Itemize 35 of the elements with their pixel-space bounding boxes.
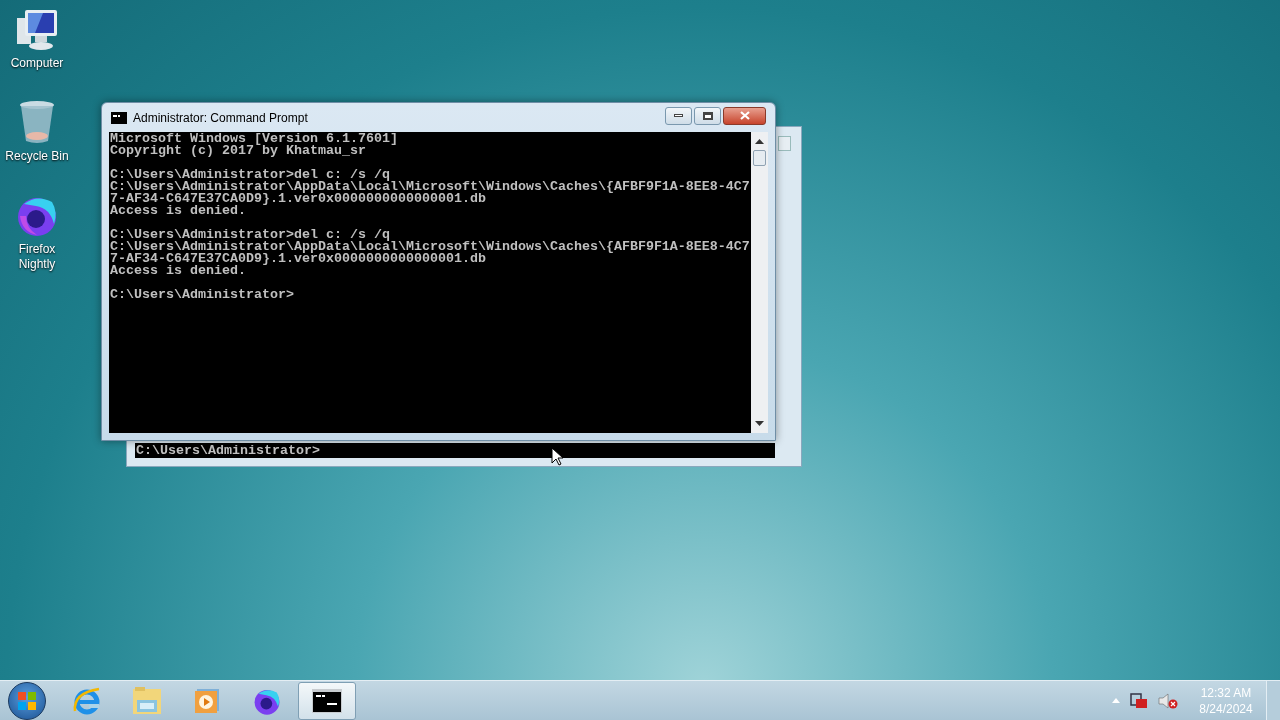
- console-line: 7-AF34-C647E37CA0D9}.1.ver0x0000000000000001.db: [110, 253, 486, 265]
- recycle-bin-icon: [17, 99, 57, 145]
- console-line: C:\Users\Administrator\AppData\Local\Microsoft\Windows\Caches\{AFBF9F1A-8EE8-4C7: [110, 181, 751, 193]
- media-player-icon: [193, 686, 221, 715]
- console-line: C:\Users\Administrator>del c: /s /q: [110, 229, 390, 241]
- minimize-button[interactable]: [665, 106, 692, 125]
- scroll-down-arrow-icon[interactable]: [755, 421, 764, 426]
- taskbar-button[interactable]: [298, 681, 356, 720]
- start-button[interactable]: [8, 681, 46, 720]
- close-icon: [739, 111, 750, 120]
- console-line: C:\Users\Administrator\AppData\Local\Microsoft\Windows\Caches\{AFBF9F1A-8EE8-4C7: [110, 241, 751, 253]
- console-line: C:\Users\Administrator>del c: /s /q: [110, 169, 390, 181]
- scroll-up-arrow-icon[interactable]: [755, 139, 764, 144]
- desktop-icon-label[interactable]: Firefox Nightly: [1, 242, 73, 272]
- console-line: Copyright (c) 2017 by Khatmau_sr: [110, 145, 366, 157]
- console-line: C:\Users\Administrator>: [110, 289, 295, 301]
- clock-date: 8/24/2024: [1199, 700, 1253, 717]
- console-icon: [111, 111, 127, 124]
- desktop-icon-label[interactable]: Computer: [1, 56, 73, 71]
- scroll-thumb[interactable]: [753, 150, 766, 166]
- network-error-icon[interactable]: [1130, 692, 1148, 709]
- desktop-icon-label[interactable]: Recycle Bin: [1, 149, 73, 164]
- mouse-cursor-icon: [551, 447, 564, 466]
- console-line: Microsoft Windows [Version 6.1.7601]: [110, 133, 399, 145]
- maximize-button[interactable]: [694, 106, 721, 125]
- windows-logo-icon: [18, 691, 36, 710]
- console-line: 7-AF34-C647E37CA0D9}.1.ver0x0000000000000001.db: [110, 193, 486, 205]
- close-button[interactable]: [723, 106, 766, 125]
- console-line: Access is denied.: [110, 265, 246, 277]
- console-line: Access is denied.: [110, 205, 246, 217]
- muted-speaker-icon[interactable]: [1158, 692, 1178, 709]
- folder-icon: [131, 685, 163, 716]
- clock-time: 12:32 AM: [1200, 684, 1252, 701]
- window-title: Administrator: Command Prompt: [133, 109, 309, 127]
- console-icon: [312, 688, 342, 713]
